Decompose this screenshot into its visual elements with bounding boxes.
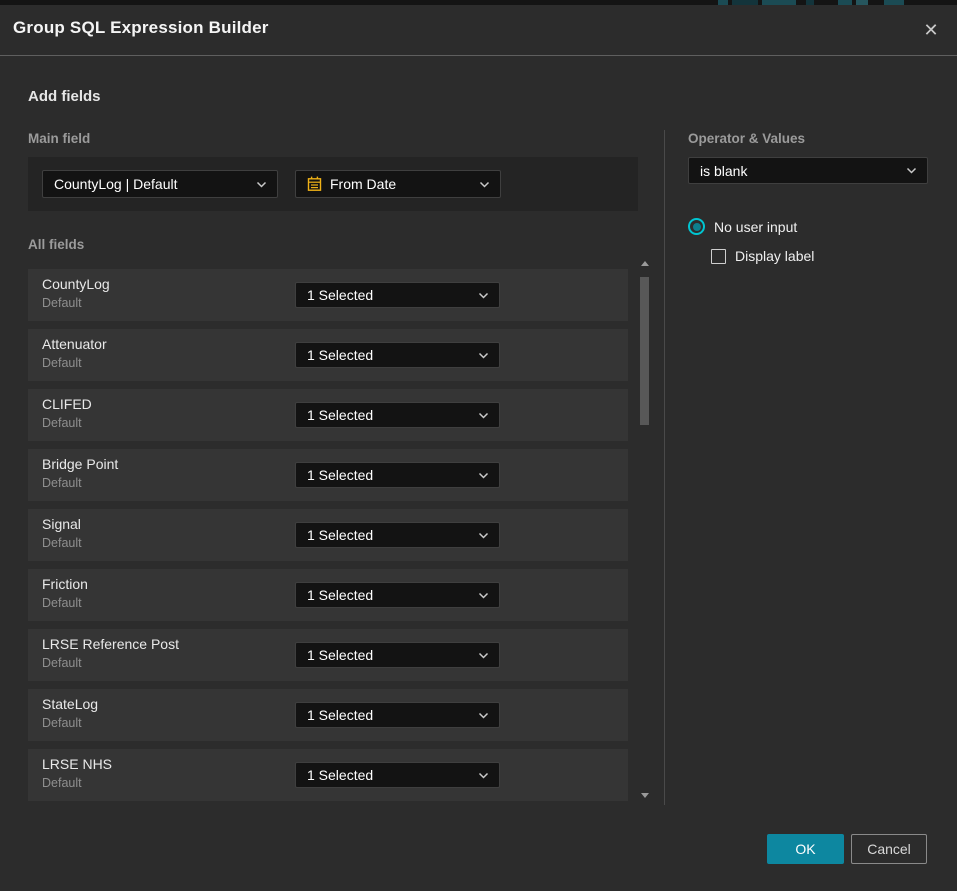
operator-select-value: is blank: [700, 163, 898, 179]
display-label-checkbox[interactable]: [711, 249, 726, 264]
chevron-down-icon: [478, 532, 489, 539]
group-sql-expression-builder-dialog: Group SQL Expression Builder ✕ Add field…: [0, 5, 957, 891]
field-row: LRSE NHS Default 1 Selected: [28, 749, 628, 801]
main-field-select[interactable]: From Date: [295, 170, 501, 198]
field-name: Bridge Point: [42, 456, 118, 472]
field-sublabel: Default: [42, 776, 82, 790]
field-name: CLIFED: [42, 396, 92, 412]
no-user-input-label: No user input: [714, 219, 797, 235]
field-row: CLIFED Default 1 Selected: [28, 389, 628, 441]
field-row: Bridge Point Default 1 Selected: [28, 449, 628, 501]
close-icon: ✕: [923, 21, 938, 39]
field-sublabel: Default: [42, 536, 82, 550]
attribute-select-value: 1 Selected: [307, 287, 470, 303]
field-sublabel: Default: [42, 716, 82, 730]
attribute-select-value: 1 Selected: [307, 467, 470, 483]
chevron-down-icon: [479, 181, 490, 188]
field-row: LRSE Reference Post Default 1 Selected: [28, 629, 628, 681]
chevron-down-icon: [478, 592, 489, 599]
field-name: Attenuator: [42, 336, 107, 352]
chevron-down-icon: [906, 167, 917, 174]
field-name: CountyLog: [42, 276, 110, 292]
ok-button[interactable]: OK: [767, 834, 844, 864]
main-field-label: Main field: [28, 131, 90, 146]
attribute-select-value: 1 Selected: [307, 527, 470, 543]
attribute-select[interactable]: 1 Selected: [295, 282, 500, 308]
dialog-title: Group SQL Expression Builder: [13, 18, 269, 38]
field-sublabel: Default: [42, 596, 82, 610]
field-name: Signal: [42, 516, 81, 532]
chevron-down-icon: [478, 652, 489, 659]
attribute-select[interactable]: 1 Selected: [295, 642, 500, 668]
main-field-select-value: From Date: [330, 176, 471, 192]
chevron-down-icon: [478, 472, 489, 479]
operator-select[interactable]: is blank: [688, 157, 928, 184]
attribute-select-value: 1 Selected: [307, 347, 470, 363]
no-user-input-radio[interactable]: [688, 218, 705, 235]
operator-values-label: Operator & Values: [688, 131, 805, 146]
field-row: Signal Default 1 Selected: [28, 509, 628, 561]
field-name: StateLog: [42, 696, 98, 712]
calendar-icon: [307, 176, 322, 192]
layer-select[interactable]: CountyLog | Default: [42, 170, 278, 198]
scrollbar-up-arrow[interactable]: [640, 259, 650, 267]
attribute-select-value: 1 Selected: [307, 647, 470, 663]
field-sublabel: Default: [42, 476, 82, 490]
field-row: CountyLog Default 1 Selected: [28, 269, 628, 321]
no-user-input-option: No user input: [688, 218, 797, 235]
close-button[interactable]: ✕: [916, 15, 946, 45]
field-name: LRSE Reference Post: [42, 636, 179, 652]
chevron-down-icon: [478, 772, 489, 779]
attribute-select[interactable]: 1 Selected: [295, 762, 500, 788]
attribute-select-value: 1 Selected: [307, 587, 470, 603]
field-row: Attenuator Default 1 Selected: [28, 329, 628, 381]
layer-select-value: CountyLog | Default: [54, 176, 248, 192]
field-sublabel: Default: [42, 656, 82, 670]
field-name: LRSE NHS: [42, 756, 112, 772]
field-sublabel: Default: [42, 356, 82, 370]
display-label-text: Display label: [735, 248, 814, 264]
add-fields-heading: Add fields: [28, 88, 101, 105]
attribute-select[interactable]: 1 Selected: [295, 582, 500, 608]
chevron-down-icon: [478, 412, 489, 419]
field-sublabel: Default: [42, 416, 82, 430]
panel-divider: [664, 130, 665, 805]
chevron-down-icon: [478, 292, 489, 299]
attribute-select-value: 1 Selected: [307, 767, 470, 783]
scrollbar-thumb[interactable]: [640, 277, 649, 425]
field-name: Friction: [42, 576, 88, 592]
scrollbar-down-arrow[interactable]: [640, 791, 650, 799]
attribute-select[interactable]: 1 Selected: [295, 342, 500, 368]
display-label-option: Display label: [711, 248, 814, 264]
attribute-select[interactable]: 1 Selected: [295, 522, 500, 548]
all-fields-label: All fields: [28, 237, 84, 252]
main-field-panel: CountyLog | Default From Date: [28, 157, 638, 211]
radio-dot: [693, 223, 701, 231]
cancel-button[interactable]: Cancel: [851, 834, 927, 864]
field-sublabel: Default: [42, 296, 82, 310]
attribute-select[interactable]: 1 Selected: [295, 402, 500, 428]
screen: Group SQL Expression Builder ✕ Add field…: [0, 0, 957, 891]
chevron-down-icon: [478, 712, 489, 719]
attribute-select[interactable]: 1 Selected: [295, 702, 500, 728]
attribute-select[interactable]: 1 Selected: [295, 462, 500, 488]
attribute-select-value: 1 Selected: [307, 407, 470, 423]
attribute-select-value: 1 Selected: [307, 707, 470, 723]
field-row: Friction Default 1 Selected: [28, 569, 628, 621]
chevron-down-icon: [478, 352, 489, 359]
chevron-down-icon: [256, 181, 267, 188]
dialog-titlebar: Group SQL Expression Builder ✕: [0, 5, 957, 56]
field-row: StateLog Default 1 Selected: [28, 689, 628, 741]
